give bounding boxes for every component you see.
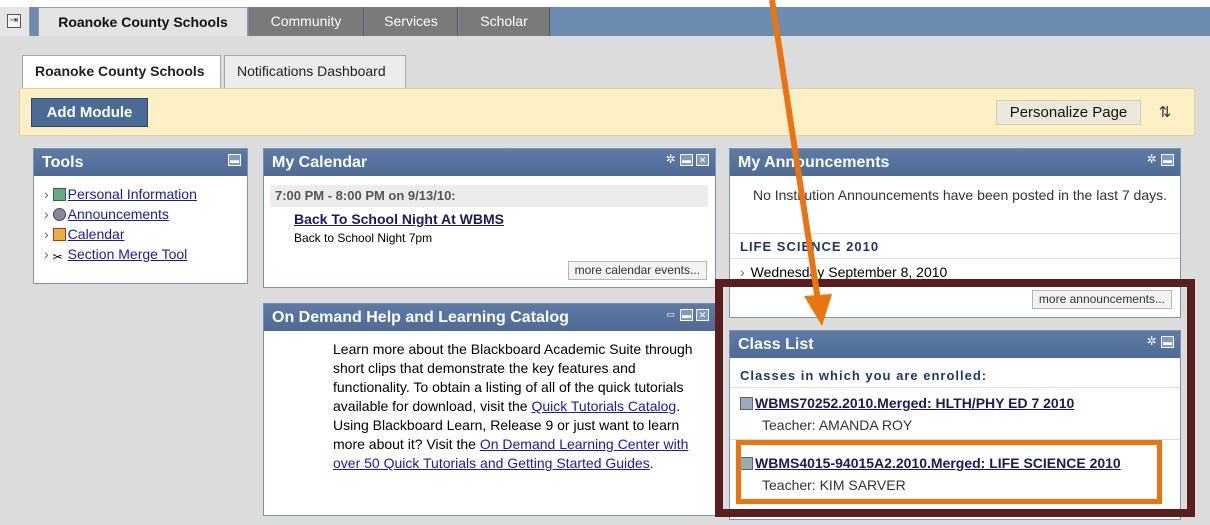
course-teacher: Teacher: KIM SARVER <box>762 477 906 493</box>
subtab-notifications-dashboard[interactable]: Notifications Dashboard <box>224 55 406 88</box>
quick-tutorials-link[interactable]: Quick Tutorials Catalog <box>531 398 676 414</box>
class-list-module: Class List ✲ ▬ Classes in which you are … <box>729 330 1181 520</box>
minimize-icon[interactable]: ▬ <box>680 309 693 321</box>
divider <box>730 387 1180 388</box>
class-list-header: Class List <box>730 331 1180 358</box>
tool-item-section-merge-tool[interactable]: › ✂ Section Merge Tool <box>44 245 187 264</box>
gear-icon[interactable]: ✲ <box>1145 335 1158 348</box>
tab-scholar[interactable]: Scholar <box>459 7 550 36</box>
course-item[interactable]: WBMS70252.2010.Merged: HLTH/PHY ED 7 201… <box>740 395 1074 411</box>
subtab-roanoke-county-schools[interactable]: Roanoke County Schools <box>22 55 221 89</box>
help-header: On Demand Help and Learning Catalog <box>264 304 715 331</box>
gear-icon[interactable]: ✲ <box>1145 153 1158 166</box>
arrow-icon: › <box>44 226 49 242</box>
calendar-module: My Calendar ✲ ▬ ✕ 7:00 PM - 8:00 PM on 9… <box>263 148 716 288</box>
resize-icon[interactable]: ▭ <box>664 309 677 321</box>
close-icon[interactable]: ✕ <box>696 309 709 321</box>
annotation-arrow <box>769 0 832 326</box>
calendar-event-link[interactable]: Back To School Night At WBMS <box>294 211 504 227</box>
course-book-icon <box>740 457 753 470</box>
tab-services[interactable]: Services <box>365 7 458 36</box>
personal-info-icon <box>52 188 66 201</box>
minimize-icon[interactable]: ▬ <box>1161 154 1174 166</box>
tool-item-announcements[interactable]: › Announcements <box>44 205 169 224</box>
arrow-head <box>804 294 832 326</box>
calendar-icon <box>52 228 66 241</box>
tools-title: Tools <box>42 154 84 171</box>
calendar-event-desc: Back to School Night 7pm <box>294 231 433 245</box>
more-calendar-events-button[interactable]: more calendar events... <box>567 261 707 280</box>
gear-icon[interactable]: ✲ <box>664 153 677 166</box>
close-icon[interactable]: ✕ <box>696 154 709 166</box>
course-item[interactable]: WBMS4015-94015A2.2010.Merged: LIFE SCIEN… <box>740 455 1121 471</box>
arrow-icon: › <box>44 246 49 262</box>
minimize-icon[interactable]: ▬ <box>680 154 693 166</box>
tool-item-personal-information[interactable]: › Personal Information <box>44 185 197 204</box>
arrow-shaft <box>769 0 821 301</box>
tab-roanoke-county-schools[interactable]: Roanoke County Schools <box>38 7 248 36</box>
class-list-subtitle: Classes in which you are enrolled: <box>740 368 988 383</box>
help-module: On Demand Help and Learning Catalog ▭ ▬ … <box>263 303 716 516</box>
calendar-link[interactable]: Calendar <box>68 226 125 242</box>
minimize-icon[interactable]: ▬ <box>1161 336 1174 348</box>
announcements-link[interactable]: Announcements <box>68 206 169 222</box>
add-module-button[interactable]: Add Module <box>31 98 148 127</box>
collapse-menu-icon[interactable]: ⇥ <box>7 14 21 28</box>
course-link[interactable]: WBMS4015-94015A2.2010.Merged: LIFE SCIEN… <box>755 455 1121 471</box>
personal-information-link[interactable]: Personal Information <box>68 186 197 202</box>
section-merge-tool-link[interactable]: Section Merge Tool <box>68 246 188 262</box>
arrow-icon: › <box>44 186 49 202</box>
merge-tool-icon: ✂ <box>52 250 63 264</box>
minimize-icon[interactable]: ▬ <box>228 154 241 166</box>
class-list-title: Class List <box>738 336 814 353</box>
announcements-icon <box>52 208 66 221</box>
tool-item-calendar[interactable]: › Calendar <box>44 225 125 244</box>
help-body: Learn more about the Blackboard Academic… <box>333 341 693 471</box>
course-teacher: Teacher: AMANDA ROY <box>762 417 913 433</box>
calendar-header: My Calendar <box>264 149 715 176</box>
tab-community[interactable]: Community <box>249 7 364 36</box>
arrow-icon: › <box>44 206 49 222</box>
tools-module: Tools ▬ › Personal Information › Announcem… <box>33 148 248 284</box>
help-title: On Demand Help and Learning Catalog <box>272 309 569 326</box>
calendar-time: 7:00 PM - 8:00 PM on 9/13/10: <box>270 185 708 207</box>
divider <box>730 439 1180 440</box>
personalize-page-button[interactable]: Personalize Page <box>996 100 1141 125</box>
calendar-title: My Calendar <box>272 154 368 171</box>
course-link[interactable]: WBMS70252.2010.Merged: HLTH/PHY ED 7 201… <box>755 395 1074 411</box>
course-book-icon <box>740 397 753 410</box>
tools-header: Tools <box>34 149 247 176</box>
reorder-icon[interactable]: ⇅ <box>1150 100 1180 125</box>
more-announcements-button[interactable]: more announcements... <box>1031 290 1172 309</box>
